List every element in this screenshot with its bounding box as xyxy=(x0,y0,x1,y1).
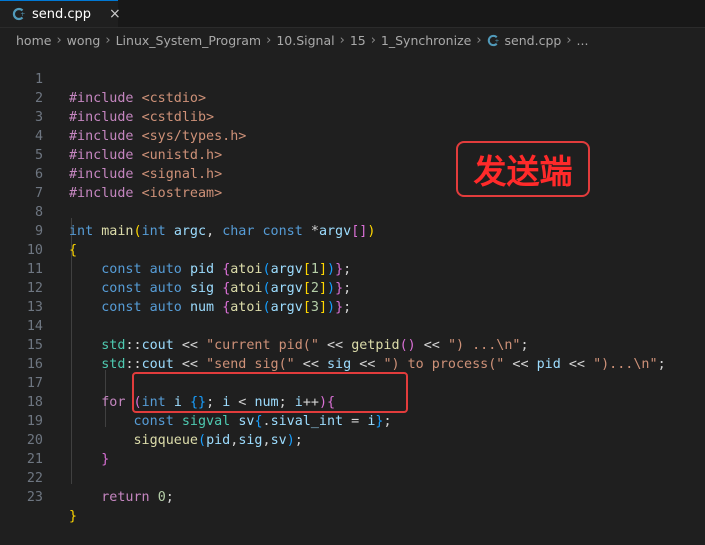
code-line: 20 } xyxy=(0,412,705,467)
svg-text:+: + xyxy=(494,38,499,44)
code-line: 9 { xyxy=(0,203,705,258)
code-line: 13 xyxy=(0,279,705,315)
code-line: 7 xyxy=(0,165,705,201)
cpp-file-icon: + xyxy=(487,34,500,47)
breadcrumb-item-15[interactable]: 15 xyxy=(350,33,366,48)
code-line: 14 std::cout << "current pid(" << getpid… xyxy=(0,298,705,353)
line-text: } xyxy=(69,509,78,524)
code-line: 2 #include <cstdlib> xyxy=(0,70,705,125)
code-line: 22 return 0; xyxy=(0,450,705,505)
breadcrumb-item-send-cpp[interactable]: send.cpp xyxy=(505,33,562,48)
chevron-right-icon: › xyxy=(105,32,111,48)
chevron-right-icon: › xyxy=(266,32,272,48)
code-line: 5 #include <signal.h> xyxy=(0,127,705,182)
code-line: 21 xyxy=(0,431,705,467)
code-line: 11 const auto sig {atoi(argv[2])}; xyxy=(0,241,705,296)
breadcrumb-item-linux-system-program[interactable]: Linux_System_Program xyxy=(116,33,262,48)
svg-text:+: + xyxy=(20,11,25,18)
code-line: 12 const auto num {atoi(argv[3])}; xyxy=(0,260,705,315)
breadcrumb-item-wong[interactable]: wong xyxy=(67,33,101,48)
breadcrumb: home › wong › Linux_System_Program › 10.… xyxy=(0,28,705,52)
code-line: 23 } xyxy=(0,469,705,524)
breadcrumb-item-more[interactable]: ... xyxy=(577,33,589,48)
code-line: 3 #include <sys/types.h> xyxy=(0,89,705,144)
code-line: 6 #include <iostream> xyxy=(0,146,705,201)
chevron-right-icon: › xyxy=(339,32,345,48)
breadcrumb-item-synchronize[interactable]: 1_Synchronize xyxy=(381,33,471,48)
code-line: 10 const auto pid {atoi(argv[1])}; xyxy=(0,222,705,277)
code-line: 15 std::cout << "send sig(" << sig << ")… xyxy=(0,317,705,372)
chevron-right-icon: › xyxy=(370,32,376,48)
breadcrumb-item-home[interactable]: home xyxy=(16,33,51,48)
close-icon[interactable]: × xyxy=(109,7,121,21)
code-line: 4 #include <unistd.h> xyxy=(0,108,705,163)
code-editor[interactable]: 1 #include <cstdio> 2 #include <cstdlib>… xyxy=(0,51,705,524)
annotation-callout: 发送端 xyxy=(456,141,590,197)
code-line: 1 #include <cstdio> xyxy=(0,51,705,106)
code-line: 8 int main(int argc, char const *argv[]) xyxy=(0,184,705,239)
chevron-right-icon: › xyxy=(56,32,62,48)
chevron-right-icon: › xyxy=(476,32,482,48)
cpp-file-icon: + xyxy=(12,7,26,21)
code-line: 16 xyxy=(0,336,705,372)
tab-send-cpp[interactable]: + send.cpp × xyxy=(0,0,121,27)
highlight-box xyxy=(132,372,408,413)
editor-tab-bar: + send.cpp × xyxy=(0,0,705,28)
tab-label: send.cpp xyxy=(32,6,92,22)
chevron-right-icon: › xyxy=(566,32,572,48)
breadcrumb-item-signal[interactable]: 10.Signal xyxy=(276,33,334,48)
